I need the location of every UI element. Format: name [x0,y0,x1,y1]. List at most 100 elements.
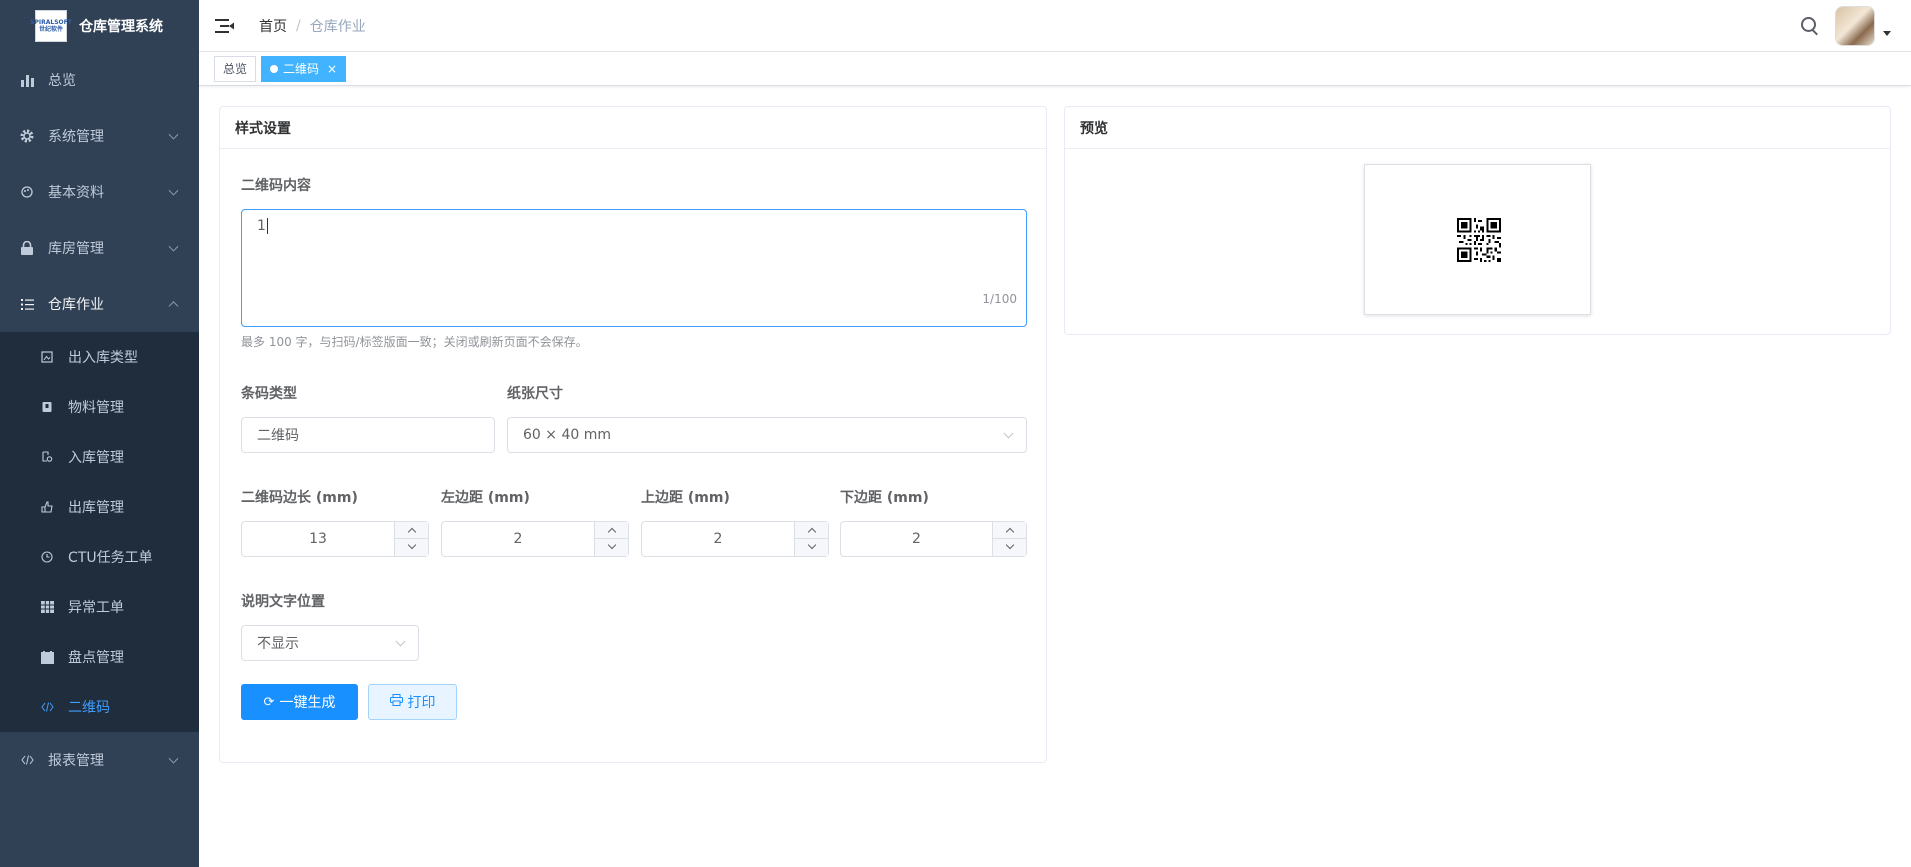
tag-qrcode[interactable]: 二维码 × [261,55,347,82]
sidebar-item-reports[interactable]: 报表管理 [0,732,199,788]
sidebar-item-label: 系统管理 [48,129,104,145]
caption-position-select[interactable]: 不显示 [241,625,419,661]
sidebar-subitem-qrcode[interactable]: 二维码 [0,682,199,732]
search-icon[interactable] [1799,15,1821,37]
paper-size-value: 60 × 40 mm [523,427,611,443]
sidebar-subitem-inout-type[interactable]: 出入库类型 [0,332,199,382]
lock-icon [20,241,34,255]
tag-label: 二维码 [283,61,320,76]
sidebar-subitem-material[interactable]: 物料管理 [0,382,199,432]
left-margin-stepper[interactable]: 2 [441,521,629,557]
sidebar-item-label: 总览 [48,73,76,89]
qr-content-textarea[interactable]: 1 1/100 [241,209,1027,327]
close-icon[interactable]: × [327,57,337,81]
print-button[interactable]: 打印 [368,684,457,720]
submenu-warehouse-ops: 出入库类型 物料管理 入库管理 出库管理 CTU任务工单 异常工单 盘点管理 二… [0,332,199,732]
refresh-icon: ⟳ [263,694,275,710]
chevron-down-icon [168,241,179,252]
tag-overview[interactable]: 总览 [214,55,257,82]
chevron-up-icon [168,301,179,312]
sidebar-subitem-ctu-task[interactable]: CTU任务工单 [0,532,199,582]
sidebar-item-label: 仓库作业 [48,297,104,313]
logo-text: SPIRALSOFT 世纪软件 [30,19,72,33]
sidebar-subitem-label: 盘点管理 [68,650,124,666]
increase-button[interactable] [395,522,429,539]
breadcrumb: 首页 / 仓库作业 [259,16,366,36]
increase-button[interactable] [595,522,629,539]
sidebar-subitem-label: 二维码 [68,700,110,716]
chevron-down-icon [1003,428,1014,439]
code-icon [40,700,54,714]
picture-icon [40,350,54,364]
bottom-margin-label: 下边距 (mm) [840,490,929,506]
inbound-icon [40,450,54,464]
navbar-right [1799,6,1891,46]
sidebar-item-basic-data[interactable]: 基本资料 [0,164,199,220]
style-settings-card: 样式设置 二维码内容 1 1/100 最多 100 字，与扫码/标签版面一致；关… [219,106,1047,763]
sidebar-item-overview[interactable]: 总览 [0,52,199,108]
sidebar-item-warehouse-ops[interactable]: 仓库作业 [0,276,199,332]
card-title: 样式设置 [220,107,1046,149]
sidebar-item-storeroom[interactable]: 库房管理 [0,220,199,276]
char-counter: 1/100 [982,292,1017,306]
qr-size-value: 13 [309,531,327,547]
top-margin-stepper[interactable]: 2 [641,521,829,557]
chevron-down-icon [168,753,179,764]
printer-icon [389,694,403,710]
sidebar-subitem-label: 物料管理 [68,400,124,416]
caption-position-value: 不显示 [257,636,299,652]
generate-button[interactable]: ⟳ 一键生成 [241,684,358,720]
sidebar-item-label: 报表管理 [48,753,104,769]
top-margin-value: 2 [713,531,723,547]
sidebar-subitem-inventory[interactable]: 盘点管理 [0,632,199,682]
increase-button[interactable] [795,522,829,539]
caption-position-label: 说明文字位置 [241,594,325,610]
generate-button-label: 一键生成 [279,695,336,711]
sidebar-subitem-outbound[interactable]: 出库管理 [0,482,199,532]
code-icon [20,753,34,767]
box-icon [40,400,54,414]
paper-size-select[interactable]: 60 × 40 mm [507,417,1027,453]
avatar[interactable] [1835,6,1875,46]
caret-down-icon[interactable] [1883,30,1891,36]
qr-code-image [1457,218,1501,262]
clipboard-icon [40,650,54,664]
sidebar-subitem-label: CTU任务工单 [68,550,153,566]
outbound-icon [40,500,54,514]
list-icon [20,297,34,311]
breadcrumb-home-link[interactable]: 首页 [259,16,287,36]
sidebar-item-label: 库房管理 [48,241,104,257]
clock-icon [40,550,54,564]
sidebar-subitem-label: 出库管理 [68,500,124,516]
top-margin-label: 上边距 (mm) [641,490,730,506]
decrease-button[interactable] [993,539,1027,556]
bottom-margin-stepper[interactable]: 2 [840,521,1027,557]
sidebar-subitem-label: 出入库类型 [68,350,138,366]
left-margin-label: 左边距 (mm) [441,490,530,506]
print-button-label: 打印 [407,695,436,711]
content-label: 二维码内容 [241,178,311,194]
sidebar-subitem-exception[interactable]: 异常工单 [0,582,199,632]
sidebar-subitem-label: 异常工单 [68,600,124,616]
sidebar-subitem-inbound[interactable]: 入库管理 [0,432,199,482]
decrease-button[interactable] [595,539,629,556]
bar-chart-icon [20,73,34,87]
card-title: 预览 [1065,107,1890,149]
breadcrumb-separator: / [296,17,301,34]
decrease-button[interactable] [795,539,829,556]
logo: SPIRALSOFT 世纪软件 [30,10,72,42]
app-title: 仓库管理系统 [79,19,163,35]
chevron-down-icon [168,185,179,196]
decrease-button[interactable] [395,539,429,556]
logo-bar: SPIRALSOFT 世纪软件 仓库管理系统 [0,0,199,52]
barcode-type-input[interactable]: 二维码 [241,417,495,453]
qr-size-label: 二维码边长 (mm) [241,490,358,506]
label-preview [1364,164,1591,315]
breadcrumb-current: 仓库作业 [309,18,366,35]
increase-button[interactable] [993,522,1027,539]
qr-size-stepper[interactable]: 13 [241,521,429,557]
hamburger-toggle-icon[interactable] [215,16,235,36]
active-dot-icon [270,64,279,73]
sidebar-item-system[interactable]: 系统管理 [0,108,199,164]
textarea-value: 1 [257,218,266,234]
